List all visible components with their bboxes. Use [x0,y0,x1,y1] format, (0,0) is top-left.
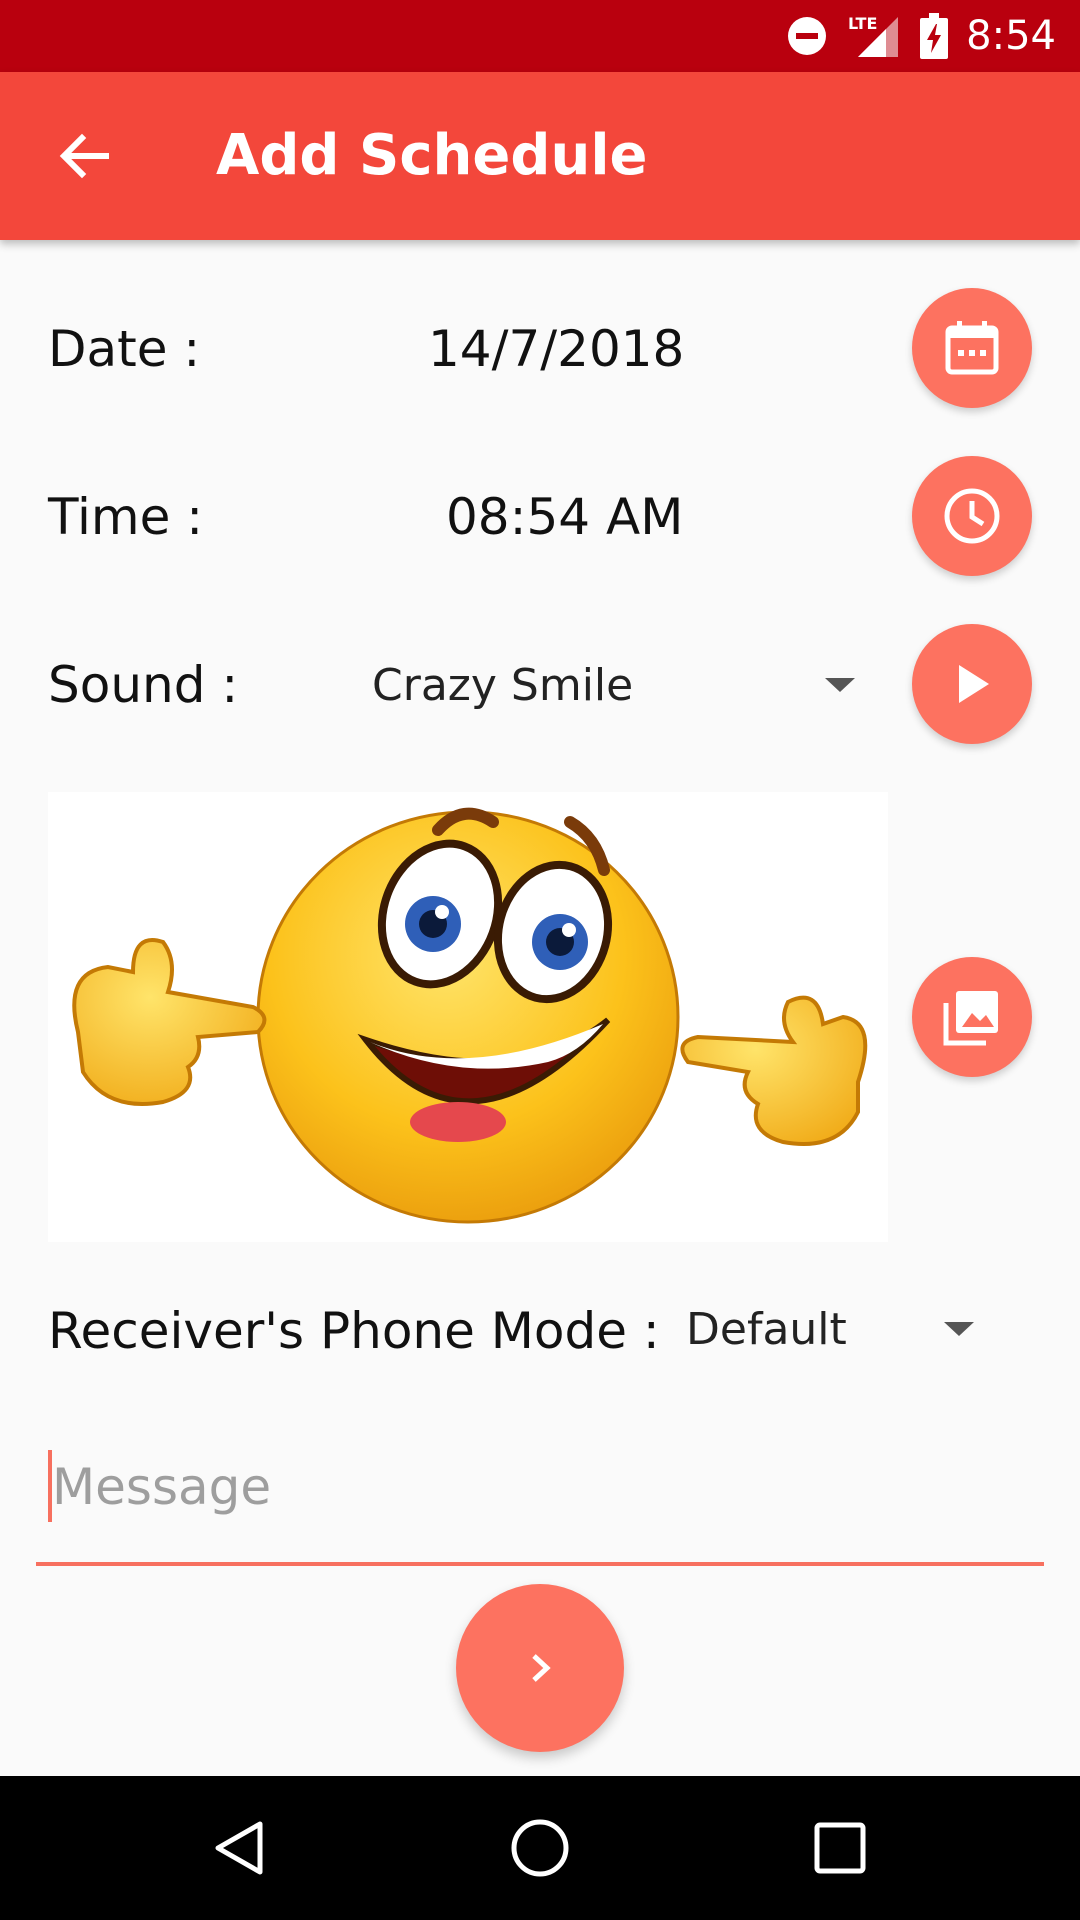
phone-mode-label: Receiver's Phone Mode : [48,1302,660,1360]
play-icon [959,665,989,703]
phone-mode-spinner[interactable]: Default [672,1284,992,1374]
status-time: 8:54 [966,13,1056,59]
time-value: 08:54 AM [446,488,684,546]
message-field[interactable] [36,1440,1044,1566]
status-icons: LTE 8:54 [786,0,1056,72]
do-not-disturb-icon [788,17,827,55]
selected-image [48,792,888,1242]
sound-spinner[interactable]: Crazy Smile [360,640,860,730]
play-sound-button[interactable] [912,624,1032,744]
battery-charging-icon [920,13,949,59]
recents-square-icon[interactable] [804,1812,876,1884]
date-value: 14/7/2018 [428,320,685,378]
chevron-down-icon [825,678,855,692]
chevron-right-icon [532,1654,551,1682]
calendar-icon [945,321,999,375]
date-label: Date : [48,320,201,378]
home-circle-icon[interactable] [504,1812,576,1884]
signal-icon: LTE [848,14,899,57]
page-title: Add Schedule [216,123,648,188]
clock-icon [944,488,1000,544]
navigation-bar [0,1776,1080,1920]
gallery-icon [943,991,998,1046]
sound-spinner-value: Crazy Smile [372,660,634,711]
time-label: Time : [48,488,204,546]
sound-label: Sound : [48,656,239,714]
smiley-emoji-image [72,807,868,1224]
arrow-back-icon[interactable] [52,124,116,188]
pick-image-button[interactable] [912,957,1032,1077]
pick-time-button[interactable] [912,456,1032,576]
pick-date-button[interactable] [912,288,1032,408]
back-triangle-icon[interactable] [204,1812,276,1884]
next-button[interactable] [456,1584,624,1752]
chevron-down-icon [944,1322,974,1336]
message-input[interactable] [50,1446,1034,1528]
app-bar: Add Schedule [0,72,1080,240]
phone-mode-spinner-value: Default [686,1304,847,1355]
status-bar: LTE 8:54 [0,0,1080,72]
network-type-label: LTE [848,14,877,33]
